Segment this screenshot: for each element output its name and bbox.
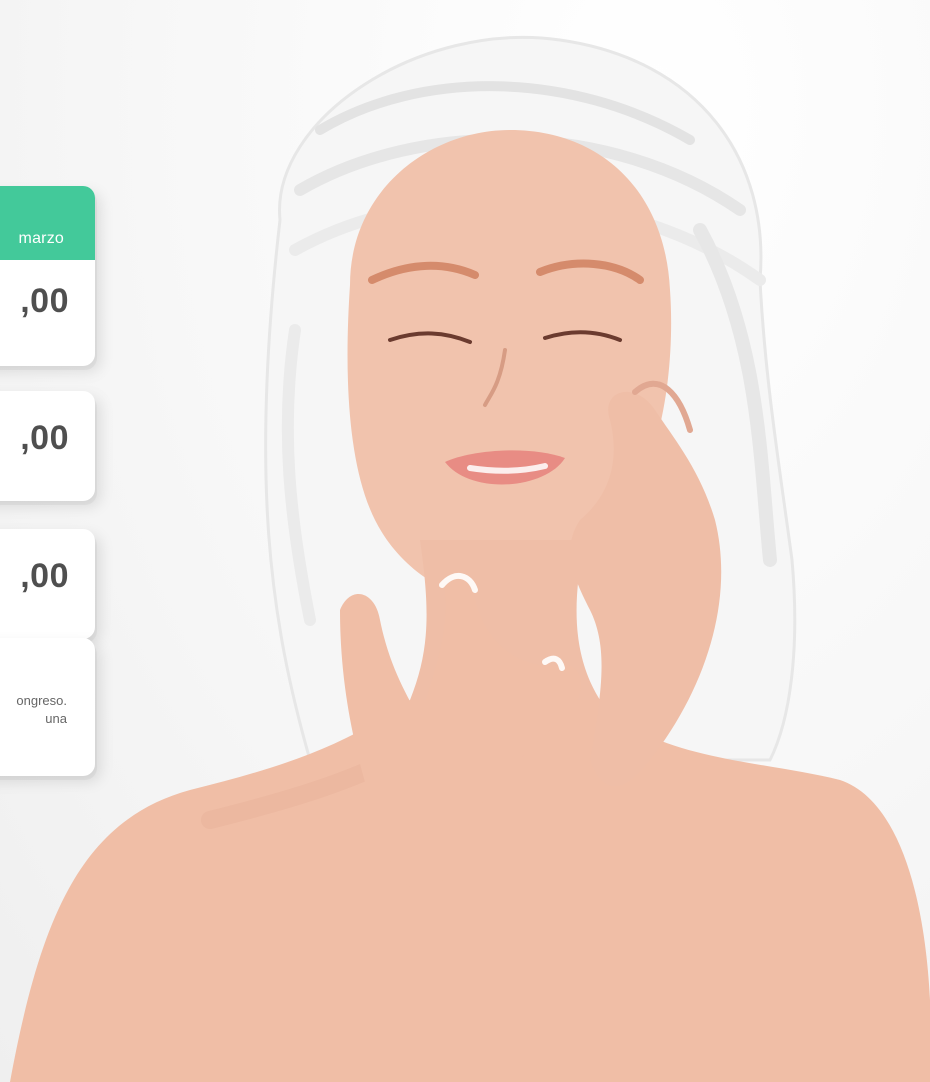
card-price: ,00 <box>20 557 69 595</box>
info-note-line-1: ongreso. <box>16 693 67 708</box>
card-price: ,00 <box>20 282 69 320</box>
pricing-card-2: ,00 <box>0 391 95 501</box>
pricing-card-1: marzo ,00 <box>0 186 95 366</box>
hero-woman-image <box>10 35 930 1082</box>
hero-section: marzo ,00 ,00 ,00 ongreso. una <box>0 0 930 1082</box>
card-date-header: marzo <box>0 186 95 260</box>
info-note: ongreso. una <box>16 692 67 728</box>
card-price: ,00 <box>20 419 69 457</box>
card-date-label: marzo <box>18 230 64 247</box>
pricing-card-3: ,00 <box>0 529 95 639</box>
info-card: ongreso. una <box>0 638 95 776</box>
info-note-line-2: una <box>45 711 67 726</box>
